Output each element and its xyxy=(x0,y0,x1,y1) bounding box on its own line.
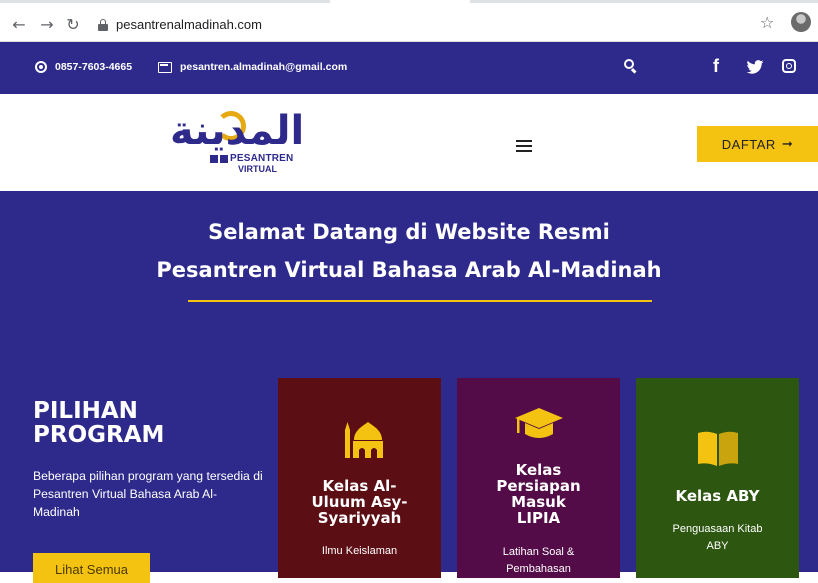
url-text[interactable]: pesantrenalmadinah.com xyxy=(116,17,262,32)
card-description: Latihan Soal & Pembahasan xyxy=(457,544,620,578)
site-header: المدينة PESANTREN VIRTUAL DAFTAR ➞ xyxy=(0,94,818,191)
card-title-line: Kelas Al- xyxy=(322,477,397,495)
lihat-semua-button[interactable]: Lihat Semua xyxy=(33,553,150,583)
program-card-al-uluum[interactable]: Kelas Al- Uluum Asy- Syariyyah Ilmu Keis… xyxy=(278,378,441,578)
browser-toolbar: ← → ↻ pesantrenalmadinah.com ☆ xyxy=(0,0,818,42)
hero-divider xyxy=(188,300,652,302)
daftar-button[interactable]: DAFTAR ➞ xyxy=(697,126,818,162)
back-icon[interactable]: ← xyxy=(10,16,28,34)
menu-icon[interactable] xyxy=(516,140,532,153)
card-desc-line: Latihan Soal & xyxy=(502,546,575,558)
tab-strip xyxy=(0,0,818,6)
mosque-icon xyxy=(345,422,383,458)
lock-icon xyxy=(98,19,108,31)
hero-title-line1: Selamat Datang di Website Resmi xyxy=(208,220,610,244)
card-title: Kelas Persiapan Masuk LIPIA xyxy=(457,462,620,526)
card-title-line: Syariyyah xyxy=(317,509,402,527)
forward-icon[interactable]: → xyxy=(38,16,56,34)
twitter-icon[interactable] xyxy=(746,60,764,74)
hero-title-line2: Pesantren Virtual Bahasa Arab Al-Madinah xyxy=(156,258,662,282)
card-title-line: Persiapan xyxy=(496,477,581,495)
card-title-line: LIPIA xyxy=(516,509,561,527)
address-bar[interactable]: pesantrenalmadinah.com xyxy=(98,15,698,37)
card-title-line: Kelas xyxy=(515,461,562,479)
card-desc-line: ABY xyxy=(706,540,729,552)
phone-contact[interactable]: 0857-7603-4665 xyxy=(35,61,132,73)
program-card-aby[interactable]: Kelas ABY Penguasaan Kitab ABY xyxy=(636,378,799,578)
program-title-line2: PROGRAM xyxy=(33,422,165,448)
program-title-line1: PILIHAN xyxy=(33,398,138,424)
program-card-lipia[interactable]: Kelas Persiapan Masuk LIPIA Latihan Soal… xyxy=(457,378,620,578)
instagram-icon[interactable] xyxy=(782,59,796,73)
reload-icon[interactable]: ↻ xyxy=(64,16,82,34)
hero-section: Selamat Datang di Website Resmi Pesantre… xyxy=(0,191,818,583)
whatsapp-icon xyxy=(35,61,47,73)
arrow-right-icon: ➞ xyxy=(781,136,794,151)
program-description: Beberapa pilihan program yang tersedia d… xyxy=(33,469,263,519)
card-title-line: Uluum Asy- xyxy=(311,493,408,511)
star-icon[interactable]: ☆ xyxy=(760,13,774,32)
book-icon xyxy=(698,431,738,466)
card-description: Ilmu Keislaman xyxy=(278,543,441,560)
card-title: Kelas Al- Uluum Asy- Syariyyah xyxy=(278,478,441,526)
daftar-label: DAFTAR xyxy=(721,136,776,152)
search-icon[interactable] xyxy=(624,59,638,74)
logo-sub-pesantren: PESANTREN xyxy=(230,153,294,164)
top-info-bar: 0857-7603-4665 pesantren.almadinah@gmail… xyxy=(0,42,818,94)
logo-squares xyxy=(210,155,228,163)
logo-sub-virtual: VIRTUAL xyxy=(238,164,277,174)
profile-avatar[interactable] xyxy=(791,12,811,32)
card-description: Penguasaan Kitab ABY xyxy=(636,521,799,555)
phone-number: 0857-7603-4665 xyxy=(55,61,133,73)
hero-title: Selamat Datang di Website Resmi Pesantre… xyxy=(0,215,818,287)
program-title: PILIHAN PROGRAM xyxy=(33,399,233,447)
card-title-line: Kelas ABY xyxy=(675,487,760,505)
graduation-cap-icon xyxy=(515,408,563,438)
email-address: pesantren.almadinah@gmail.com xyxy=(180,61,348,73)
facebook-icon[interactable]: f xyxy=(713,56,719,77)
card-title: Kelas ABY xyxy=(636,488,799,504)
card-desc-line: Penguasaan Kitab xyxy=(672,523,763,535)
email-contact[interactable]: pesantren.almadinah@gmail.com xyxy=(158,61,347,73)
site-logo[interactable]: المدينة PESANTREN VIRTUAL xyxy=(170,109,304,175)
logo-arabic-text: المدينة xyxy=(170,108,305,154)
card-desc-line: Ilmu Keislaman xyxy=(321,545,398,557)
card-desc-line: Pembahasan xyxy=(506,563,571,575)
mail-icon xyxy=(158,61,172,73)
card-title-line: Masuk xyxy=(511,493,566,511)
